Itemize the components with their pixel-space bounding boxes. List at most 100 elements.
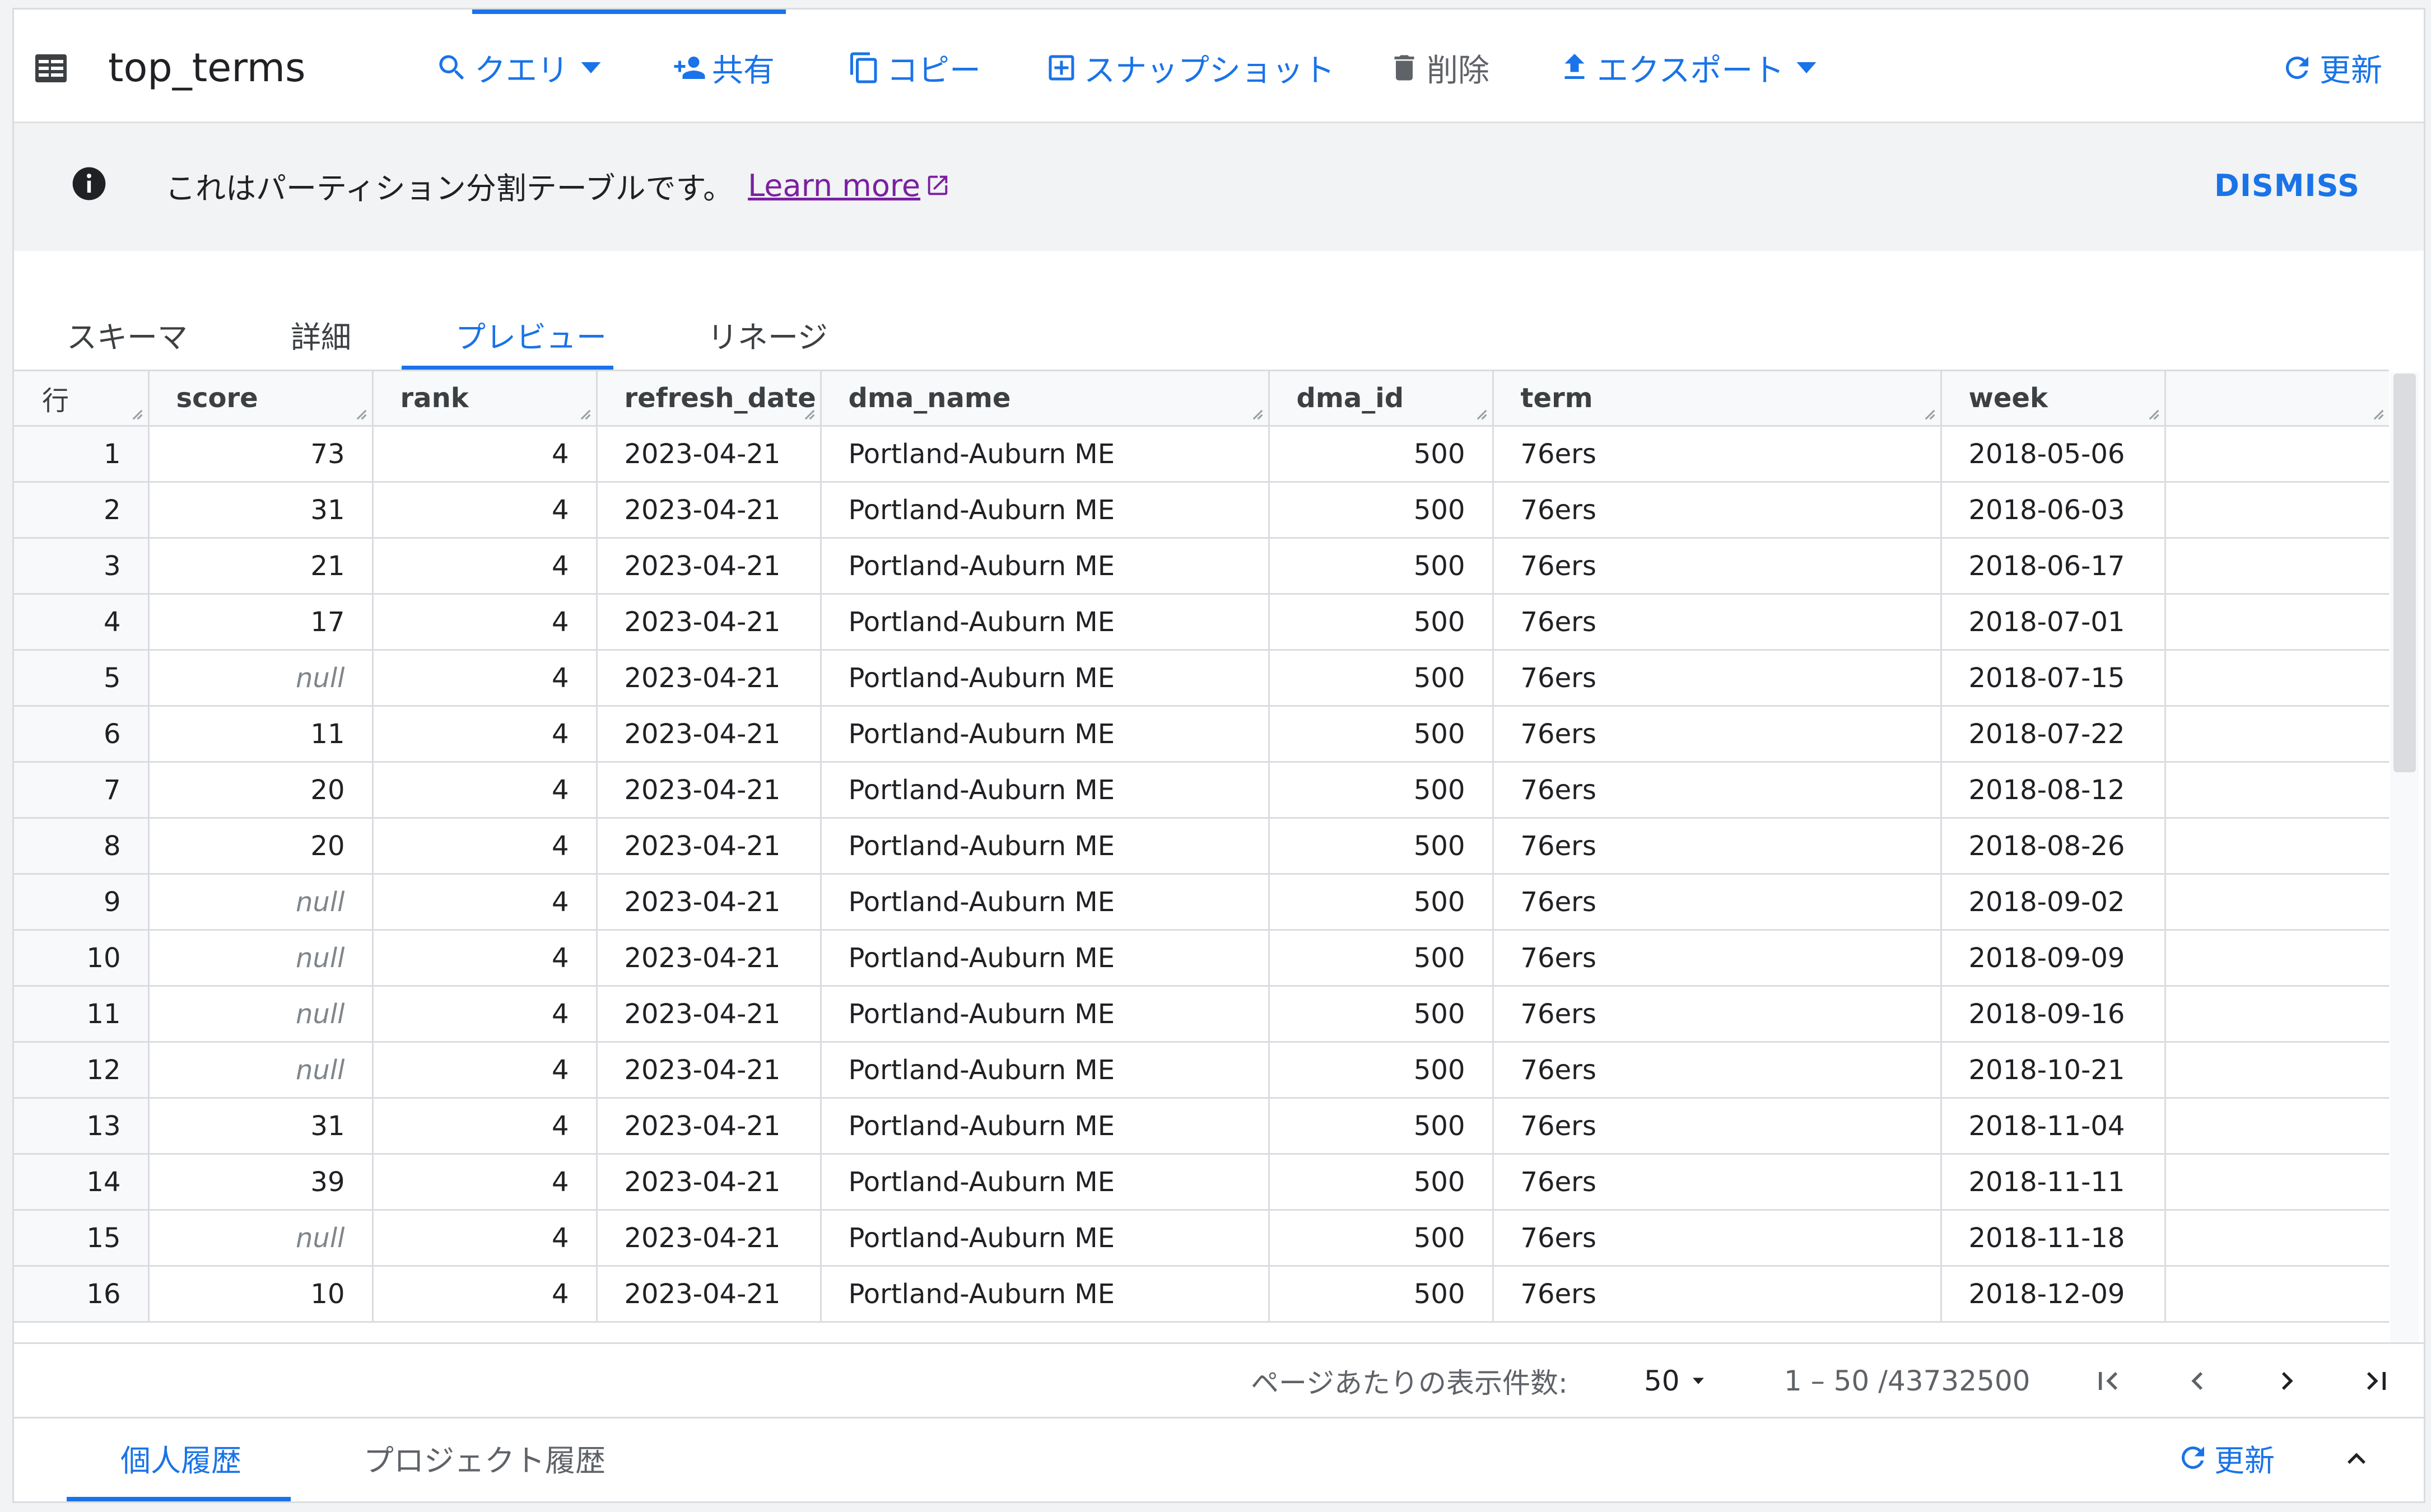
rank-cell[interactable]: 4 [372,426,598,483]
row-number-cell[interactable]: 9 [14,874,150,931]
term-cell[interactable]: 76ers [1493,986,1942,1043]
rows-per-page-select[interactable]: 50 [1644,1359,1708,1403]
week-cell[interactable]: 2018-11-04 [1941,1098,2166,1155]
row-number-cell[interactable]: 11 [14,986,150,1043]
dma-id-cell[interactable]: 500 [1269,594,1494,651]
term-cell[interactable]: 76ers [1493,538,1942,595]
term-cell[interactable]: 76ers [1493,930,1942,987]
dma-id-cell[interactable]: 500 [1269,986,1494,1043]
score-cell[interactable]: 21 [148,538,374,595]
dma-id-cell[interactable]: 500 [1269,1154,1494,1211]
week-cell[interactable]: 2018-12-09 [1941,1266,2166,1323]
row-number-cell[interactable]: 10 [14,930,150,987]
export-button[interactable]: エクスポート [1558,45,1823,90]
tab-preview[interactable]: プレビュー [455,312,607,357]
row-number-cell[interactable]: 5 [14,650,150,707]
dma-name-cell[interactable]: Portland-Auburn ME [821,986,1270,1043]
dma-name-cell[interactable]: Portland-Auburn ME [821,874,1270,931]
table-row[interactable]: 11 null 4 2023-04-21 Portland-Auburn ME 500 76… [14,986,2389,1043]
rank-cell[interactable]: 4 [372,930,598,987]
refresh-date-cell[interactable]: 2023-04-21 [597,1210,822,1267]
resize-handle-icon[interactable] [801,406,816,421]
next-page-button[interactable] [2269,1363,2305,1399]
resize-handle-icon[interactable] [129,406,143,421]
row-number-cell[interactable]: 2 [14,482,150,539]
table-row[interactable]: 3 21 4 2023-04-21 Portland-Auburn ME 500 76ers… [14,538,2389,595]
term-cell[interactable]: 76ers [1493,650,1942,707]
dma-id-cell[interactable]: 500 [1269,1266,1494,1323]
last-page-button[interactable] [2359,1363,2395,1399]
score-cell[interactable]: 11 [148,706,374,763]
dma-id-cell[interactable]: 500 [1269,1098,1494,1155]
row-number-cell[interactable]: 6 [14,706,150,763]
learn-more-link[interactable]: Learn more [748,168,951,203]
row-number-cell[interactable]: 8 [14,818,150,875]
dma-id-cell[interactable]: 500 [1269,650,1494,707]
dma-id-cell[interactable]: 500 [1269,1210,1494,1267]
dma-name-cell[interactable]: Portland-Auburn ME [821,482,1270,539]
resize-handle-icon[interactable] [1249,406,1264,421]
week-cell[interactable]: 2018-06-17 [1941,538,2166,595]
rank-cell[interactable]: 4 [372,1042,598,1099]
term-cell[interactable]: 76ers [1493,426,1942,483]
resize-handle-icon[interactable] [2370,406,2385,421]
refresh-date-cell[interactable]: 2023-04-21 [597,1266,822,1323]
table-row[interactable]: 6 11 4 2023-04-21 Portland-Auburn ME 500 76ers… [14,706,2389,763]
rank-cell[interactable]: 4 [372,986,598,1043]
column-header-rank[interactable]: rank [372,371,598,427]
dma-name-cell[interactable]: Portland-Auburn ME [821,762,1270,819]
rank-cell[interactable]: 4 [372,594,598,651]
week-cell[interactable]: 2018-08-26 [1941,818,2166,875]
row-number-cell[interactable]: 3 [14,538,150,595]
dma-id-cell[interactable]: 500 [1269,538,1494,595]
refresh-date-cell[interactable]: 2023-04-21 [597,482,822,539]
term-cell[interactable]: 76ers [1493,482,1942,539]
rank-cell[interactable]: 4 [372,1266,598,1323]
row-number-cell[interactable]: 15 [14,1210,150,1267]
table-row[interactable]: 12 null 4 2023-04-21 Portland-Auburn ME 500 76… [14,1042,2389,1099]
delete-button[interactable]: 削除 [1387,45,1489,90]
week-cell[interactable]: 2018-07-22 [1941,706,2166,763]
score-cell[interactable]: 39 [148,1154,374,1211]
rank-cell[interactable]: 4 [372,538,598,595]
dma-name-cell[interactable]: Portland-Auburn ME [821,1154,1270,1211]
refresh-date-cell[interactable]: 2023-04-21 [597,930,822,987]
previous-page-button[interactable] [2179,1363,2215,1399]
table-row[interactable]: 4 17 4 2023-04-21 Portland-Auburn ME 500 76ers… [14,594,2389,651]
chevron-up-icon[interactable] [2339,1441,2374,1477]
row-number-cell[interactable]: 14 [14,1154,150,1211]
term-cell[interactable]: 76ers [1493,594,1942,651]
week-cell[interactable]: 2018-09-09 [1941,930,2166,987]
table-row[interactable]: 14 39 4 2023-04-21 Portland-Auburn ME 500 76er… [14,1154,2389,1211]
dismiss-button[interactable]: DISMISS [2214,166,2360,205]
column-header-refresh-date[interactable]: refresh_date [597,371,822,427]
score-cell[interactable]: 73 [148,426,374,483]
dma-name-cell[interactable]: Portland-Auburn ME [821,1098,1270,1155]
rank-cell[interactable]: 4 [372,482,598,539]
week-cell[interactable]: 2018-07-15 [1941,650,2166,707]
refresh-date-cell[interactable]: 2023-04-21 [597,650,822,707]
dma-name-cell[interactable]: Portland-Auburn ME [821,1042,1270,1099]
dma-name-cell[interactable]: Portland-Auburn ME [821,538,1270,595]
term-cell[interactable]: 76ers [1493,1154,1942,1211]
score-cell[interactable]: null [148,874,374,931]
tab-project-history[interactable]: プロジェクト履歴 [364,1435,606,1480]
score-cell[interactable]: null [148,930,374,987]
resize-handle-icon[interactable] [1921,406,1936,421]
rank-cell[interactable]: 4 [372,874,598,931]
table-row[interactable]: 9 null 4 2023-04-21 Portland-Auburn ME 500 76e… [14,874,2389,931]
refresh-date-cell[interactable]: 2023-04-21 [597,538,822,595]
week-cell[interactable]: 2018-09-16 [1941,986,2166,1043]
refresh-button[interactable]: 更新 [2280,45,2382,90]
column-header-week[interactable]: week [1941,371,2166,427]
vertical-scrollbar-thumb[interactable] [2393,374,2416,772]
term-cell[interactable]: 76ers [1493,1266,1942,1323]
tab-schema[interactable]: スキーマ [67,312,188,357]
score-cell[interactable]: null [148,650,374,707]
tab-lineage[interactable]: リネージ [707,312,828,357]
dma-name-cell[interactable]: Portland-Auburn ME [821,930,1270,987]
copy-button[interactable]: コピー [847,45,981,90]
dma-id-cell[interactable]: 500 [1269,818,1494,875]
column-header-dma-id[interactable]: dma_id [1269,371,1494,427]
table-row[interactable]: 10 null 4 2023-04-21 Portland-Auburn ME 500 76… [14,930,2389,987]
